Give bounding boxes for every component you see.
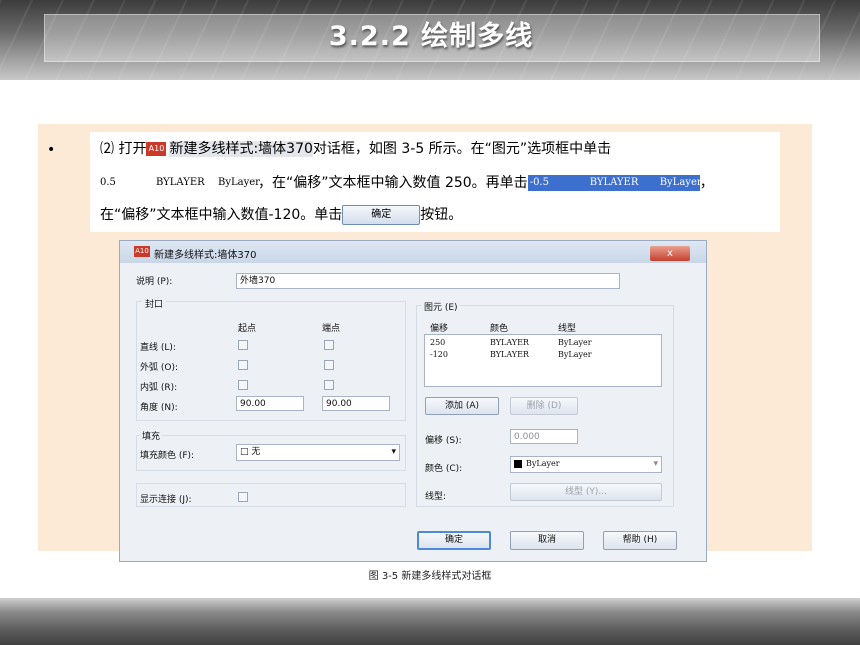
instruction-line-1: ⑵ 打开 A10 新建多线样式:墙体370对话框，如图 3-5 所示。在“图元”选项…: [100, 141, 612, 157]
element-row-2-selected: -0.5 BYLAYER ByLayer: [527, 175, 702, 191]
cancel-button[interactable]: 取消: [510, 531, 584, 550]
elements-list[interactable]: 250 BYLAYER ByLayer -120 BYLAYER ByLayer: [424, 334, 662, 387]
description-label: 说明 (P):: [136, 277, 173, 287]
color-value: ByLayer: [526, 459, 560, 468]
chevron-down-icon: ▾: [391, 447, 396, 457]
element-row-1: 0.5 BYLAYER ByLayer: [100, 177, 260, 188]
fill-color-label: 填充颜色 (F):: [140, 451, 195, 461]
dialog-title: 新建多线样式:墙体370: [154, 250, 257, 261]
angle-start-input[interactable]: 90.00: [236, 396, 304, 411]
element-row-1-offset[interactable]: 250: [430, 338, 445, 347]
offset-label: 偏移 (S):: [425, 436, 462, 446]
instruction-line-2: 0.5 BYLAYER ByLayer，在“偏移”文本框中输入数值 250。再单击 -…: [100, 175, 714, 191]
bullet: •: [47, 142, 56, 158]
description-input[interactable]: 外墙370: [236, 273, 620, 289]
show-joints-checkbox[interactable]: [238, 492, 248, 502]
color-swatch: [514, 459, 522, 468]
col-linetype-header: 线型: [558, 324, 577, 334]
element-row-1-color[interactable]: BYLAYER: [490, 338, 529, 347]
inner-arc-end-checkbox[interactable]: [324, 380, 334, 390]
line-start-checkbox[interactable]: [238, 340, 248, 350]
close-button[interactable]: x: [650, 246, 690, 261]
autocad-icon: A10: [134, 246, 150, 257]
element-row-2-color[interactable]: BYLAYER: [490, 350, 529, 359]
add-button[interactable]: 添加 (A): [425, 397, 499, 415]
figure-caption: 图 3-5 新建多线样式对话框: [368, 571, 492, 582]
help-button[interactable]: 帮助 (H): [603, 531, 677, 550]
angle-end-input[interactable]: 90.00: [322, 396, 390, 411]
color-select[interactable]: ByLayer ▾: [510, 456, 662, 473]
fill-color-select[interactable]: □ 无 ▾: [236, 444, 400, 461]
multiline-style-dialog: A10 新建多线样式:墙体370 x 说明 (P): 外墙370 封口 起点 端…: [119, 240, 707, 562]
offset-input[interactable]: 0.000: [510, 429, 578, 444]
outer-arc-label: 外弧 (O):: [140, 363, 178, 373]
ok-button-image: 确定: [342, 205, 421, 225]
instruction-text: ⑵ 打开 A10 新建多线样式:墙体370对话框，如图 3-5 所示。在“图元”选项…: [90, 132, 780, 232]
show-joints-label: 显示连接 (J):: [140, 495, 192, 505]
linetype-button[interactable]: 线型 (Y)...: [510, 483, 662, 501]
instruction-line-3: 在“偏移”文本框中输入数值-120。单击 确定 按钮。: [100, 205, 463, 225]
caps-group-label: 封口: [142, 297, 167, 310]
line-end-checkbox[interactable]: [324, 340, 334, 350]
inner-arc-label: 内弧 (R):: [140, 383, 178, 393]
chevron-down-icon: ▾: [653, 459, 658, 469]
element-row-2-offset[interactable]: -120: [430, 350, 448, 359]
ok-button[interactable]: 确定: [417, 531, 491, 550]
dialog-name: 新建多线样式:墙体370: [169, 141, 313, 157]
inner-arc-start-checkbox[interactable]: [238, 380, 248, 390]
col-offset-header: 偏移: [430, 324, 449, 334]
fill-color-value: □ 无: [240, 447, 261, 457]
outer-arc-start-checkbox[interactable]: [238, 360, 248, 370]
color-label: 颜色 (C):: [425, 464, 463, 474]
col-color-header: 颜色: [490, 324, 509, 334]
start-header: 起点: [238, 324, 257, 334]
slide-title: 3.2.2 绘制多线: [328, 21, 534, 52]
element-row-1-linetype[interactable]: ByLayer: [558, 338, 592, 347]
outer-arc-end-checkbox[interactable]: [324, 360, 334, 370]
element-row-2-linetype[interactable]: ByLayer: [558, 350, 592, 359]
angle-label: 角度 (N):: [140, 403, 178, 413]
footer-bar: [0, 598, 860, 645]
fill-group-label: 填充: [140, 429, 163, 442]
elements-group-label: 图元 (E): [422, 300, 460, 313]
delete-button[interactable]: 删除 (D): [510, 397, 578, 415]
end-header: 端点: [322, 324, 341, 334]
autocad-icon: A10: [146, 142, 167, 156]
line-cap-label: 直线 (L):: [140, 343, 176, 353]
linetype-label: 线型:: [425, 492, 447, 502]
